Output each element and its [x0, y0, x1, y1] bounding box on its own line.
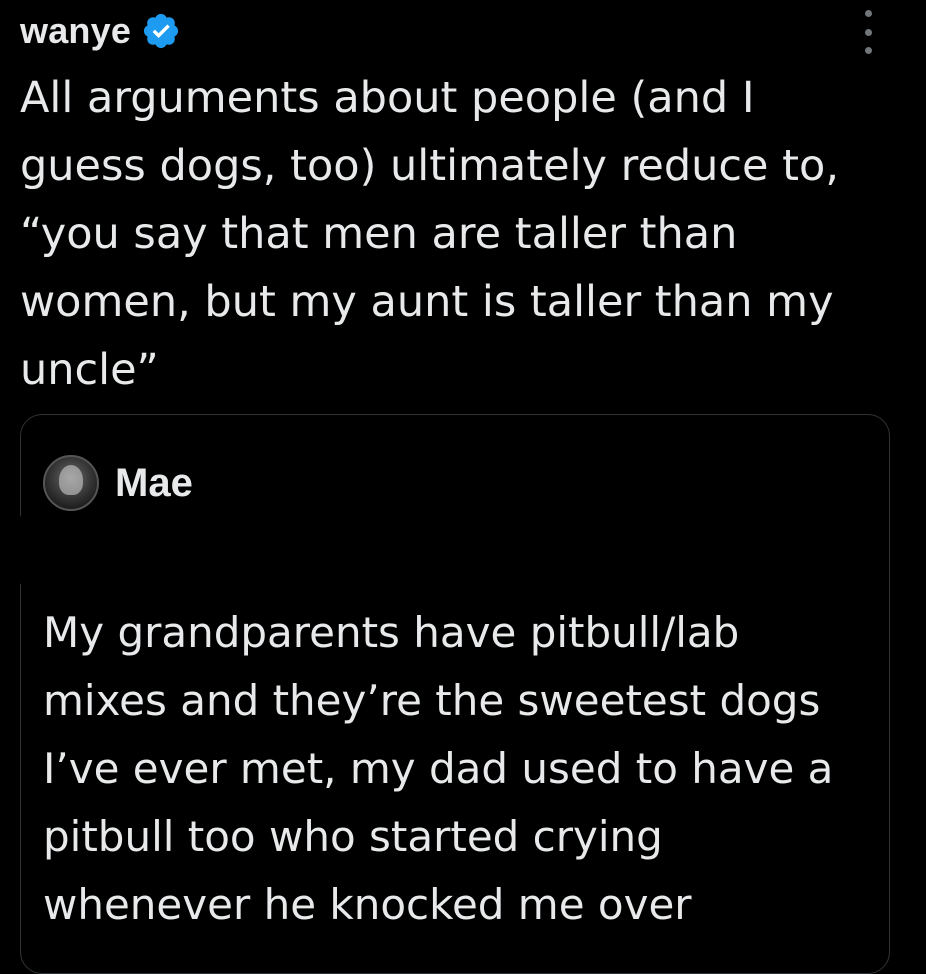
post-header: wanye: [20, 0, 181, 62]
redaction-mark: [238, 2, 850, 46]
author-name[interactable]: wanye: [20, 10, 131, 52]
more-options-icon[interactable]: [856, 10, 880, 54]
post-text: All arguments about people (and I guess …: [20, 73, 839, 395]
post: wanye All arguments about people (and I …: [0, 0, 926, 974]
quoted-post-text: My grandparents have pitbull/lab mixes a…: [43, 608, 834, 929]
avatar[interactable]: [43, 455, 99, 511]
verified-badge-icon: [143, 13, 179, 49]
redaction-mark: [0, 512, 726, 588]
redaction-mark: [228, 436, 780, 508]
quoted-author-name[interactable]: Mae: [115, 461, 193, 506]
quoted-post-header: Mae: [43, 455, 193, 511]
